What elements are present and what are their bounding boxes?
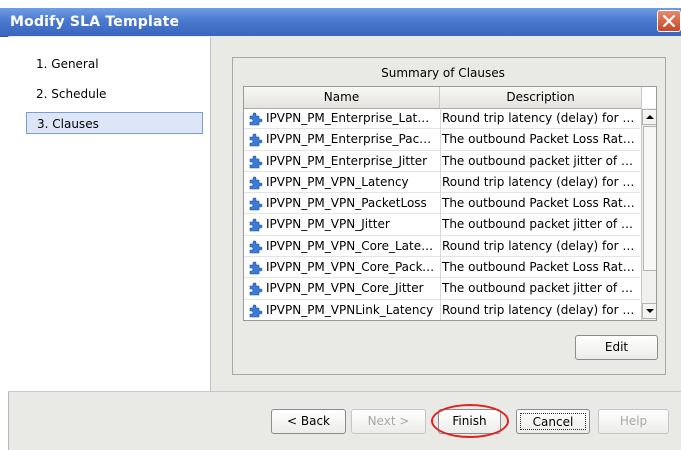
clause-name: IPVPN_PM_VPN_Core_Jitter	[266, 281, 424, 296]
title-bar[interactable]: Modify SLA Template	[0, 8, 681, 37]
column-divider	[440, 257, 441, 279]
step-label: 1. General	[36, 57, 99, 71]
column-divider	[440, 299, 441, 320]
table-header: Name Description	[244, 87, 642, 109]
clause-name: IPVPN_PM_VPN_PacketLoss	[266, 196, 427, 211]
scroll-thumb[interactable]	[643, 126, 656, 271]
step-clauses[interactable]: 3. Clauses	[26, 112, 203, 134]
clause-description: Round trip latency (delay) for a ...	[442, 111, 635, 125]
column-divider	[440, 171, 441, 193]
clause-description: The outbound packet jitter of VP...	[442, 217, 635, 232]
back-button[interactable]: < Back	[271, 409, 346, 434]
cancel-button[interactable]: Cancel	[516, 409, 590, 434]
puzzle-piece-icon	[249, 197, 263, 211]
edit-button[interactable]: Edit	[575, 335, 658, 360]
column-divider	[440, 214, 441, 236]
column-divider	[440, 193, 441, 215]
table-row[interactable]: IPVPN_PM_Enterprise_Latency Round trip la…	[244, 108, 640, 130]
clause-description: Round trip latency (delay) for a s...	[442, 238, 635, 253]
step-general[interactable]: 1. General	[26, 53, 203, 75]
next-button[interactable]: Next >	[351, 409, 426, 434]
table-row[interactable]: IPVPN_PM_Enterprise_Packe... The outbound…	[244, 129, 640, 151]
column-divider	[440, 278, 441, 300]
cancel-button-label: Cancel	[520, 413, 586, 430]
column-header-name[interactable]: Name	[244, 87, 440, 108]
wizard-steps-panel: 1. General 2. Schedule 3. Clauses	[8, 37, 211, 391]
table-row[interactable]: IPVPN_PM_VPN_PacketLoss The outbound Pack…	[244, 193, 640, 215]
clause-description: The outbound packet jitter of VP...	[442, 281, 635, 296]
clause-name: IPVPN_PM_VPN_Core_Latency	[266, 238, 436, 253]
clause-name: IPVPN_PM_Enterprise_Packe...	[266, 132, 436, 147]
clause-description: Round trip latency (delay) for a s...	[442, 302, 635, 317]
clause-description: The outbound packet jitter of VP...	[442, 153, 635, 168]
clause-name: IPVPN_PM_Enterprise_Jitter	[266, 153, 428, 168]
clauses-table: Name Description IPVPN_PM_Enterprise_Lat…	[243, 86, 657, 321]
puzzle-piece-icon	[249, 304, 263, 317]
puzzle-piece-icon	[249, 283, 263, 296]
scroll-down-button[interactable]	[642, 303, 656, 319]
clause-description: The outbound Packet Loss Ratio ...	[442, 260, 635, 275]
puzzle-piece-icon	[249, 133, 263, 147]
close-icon	[663, 15, 675, 27]
puzzle-piece-icon	[249, 112, 263, 126]
clause-description: The outbound Packet Loss Ratio ...	[442, 132, 635, 147]
table-row[interactable]: IPVPN_PM_Enterprise_Jitter The outbound p…	[244, 150, 640, 172]
clause-name: IPVPN_PM_VPNLink_Latency	[266, 302, 434, 317]
puzzle-piece-icon	[249, 240, 263, 254]
summary-title: Summary of Clauses	[381, 66, 505, 80]
puzzle-piece-icon	[249, 261, 263, 275]
step-schedule[interactable]: 2. Schedule	[26, 83, 203, 105]
clause-description: Round trip latency (delay) for a s...	[442, 174, 635, 189]
column-header-description[interactable]: Description	[440, 87, 642, 108]
table-row[interactable]: IPVPN_PM_VPN_Core_Packet... The outbound …	[244, 257, 640, 279]
window-title: Modify SLA Template	[10, 14, 180, 30]
table-row[interactable]: IPVPN_PM_VPN_Jitter The outbound packet j…	[244, 214, 640, 236]
clause-description: The outbound Packet Loss Ratio ...	[442, 196, 635, 211]
clause-name: IPVPN_PM_VPN_Core_Packet...	[266, 260, 436, 275]
column-divider	[440, 129, 441, 151]
finish-button[interactable]: Finish	[438, 409, 501, 434]
table-row[interactable]: IPVPN_PM_VPN_Core_Jitter The outbound pac…	[244, 278, 640, 300]
puzzle-piece-icon	[249, 176, 263, 190]
column-divider	[440, 235, 441, 257]
table-body: IPVPN_PM_Enterprise_Latency Round trip la…	[244, 108, 640, 320]
table-row[interactable]: IPVPN_PM_VPN_Core_Latency Round trip late…	[244, 235, 640, 258]
clause-name: IPVPN_PM_Enterprise_Latency	[266, 111, 436, 125]
clause-name: IPVPN_PM_VPN_Latency	[266, 174, 409, 189]
step-label: 3. Clauses	[37, 117, 99, 131]
table-row[interactable]: IPVPN_PM_VPNLink_Latency Round trip laten…	[244, 299, 640, 320]
puzzle-piece-icon	[249, 155, 263, 168]
help-button[interactable]: Help	[598, 409, 669, 434]
close-button[interactable]	[657, 10, 681, 32]
step-label: 2. Schedule	[36, 87, 107, 101]
vertical-scrollbar[interactable]	[641, 108, 656, 320]
column-divider	[440, 108, 441, 129]
table-row[interactable]: IPVPN_PM_VPN_Latency Round trip latency (…	[244, 171, 640, 194]
footer-divider	[8, 391, 681, 392]
modify-sla-template-dialog: Modify SLA Template 1. General 2. Schedu…	[0, 0, 681, 450]
scroll-up-button[interactable]	[642, 109, 656, 125]
clause-name: IPVPN_PM_VPN_Jitter	[266, 217, 390, 232]
arrow-up-icon	[646, 115, 654, 119]
column-divider	[440, 150, 441, 172]
puzzle-piece-icon	[249, 219, 263, 232]
arrow-down-icon	[646, 309, 654, 313]
